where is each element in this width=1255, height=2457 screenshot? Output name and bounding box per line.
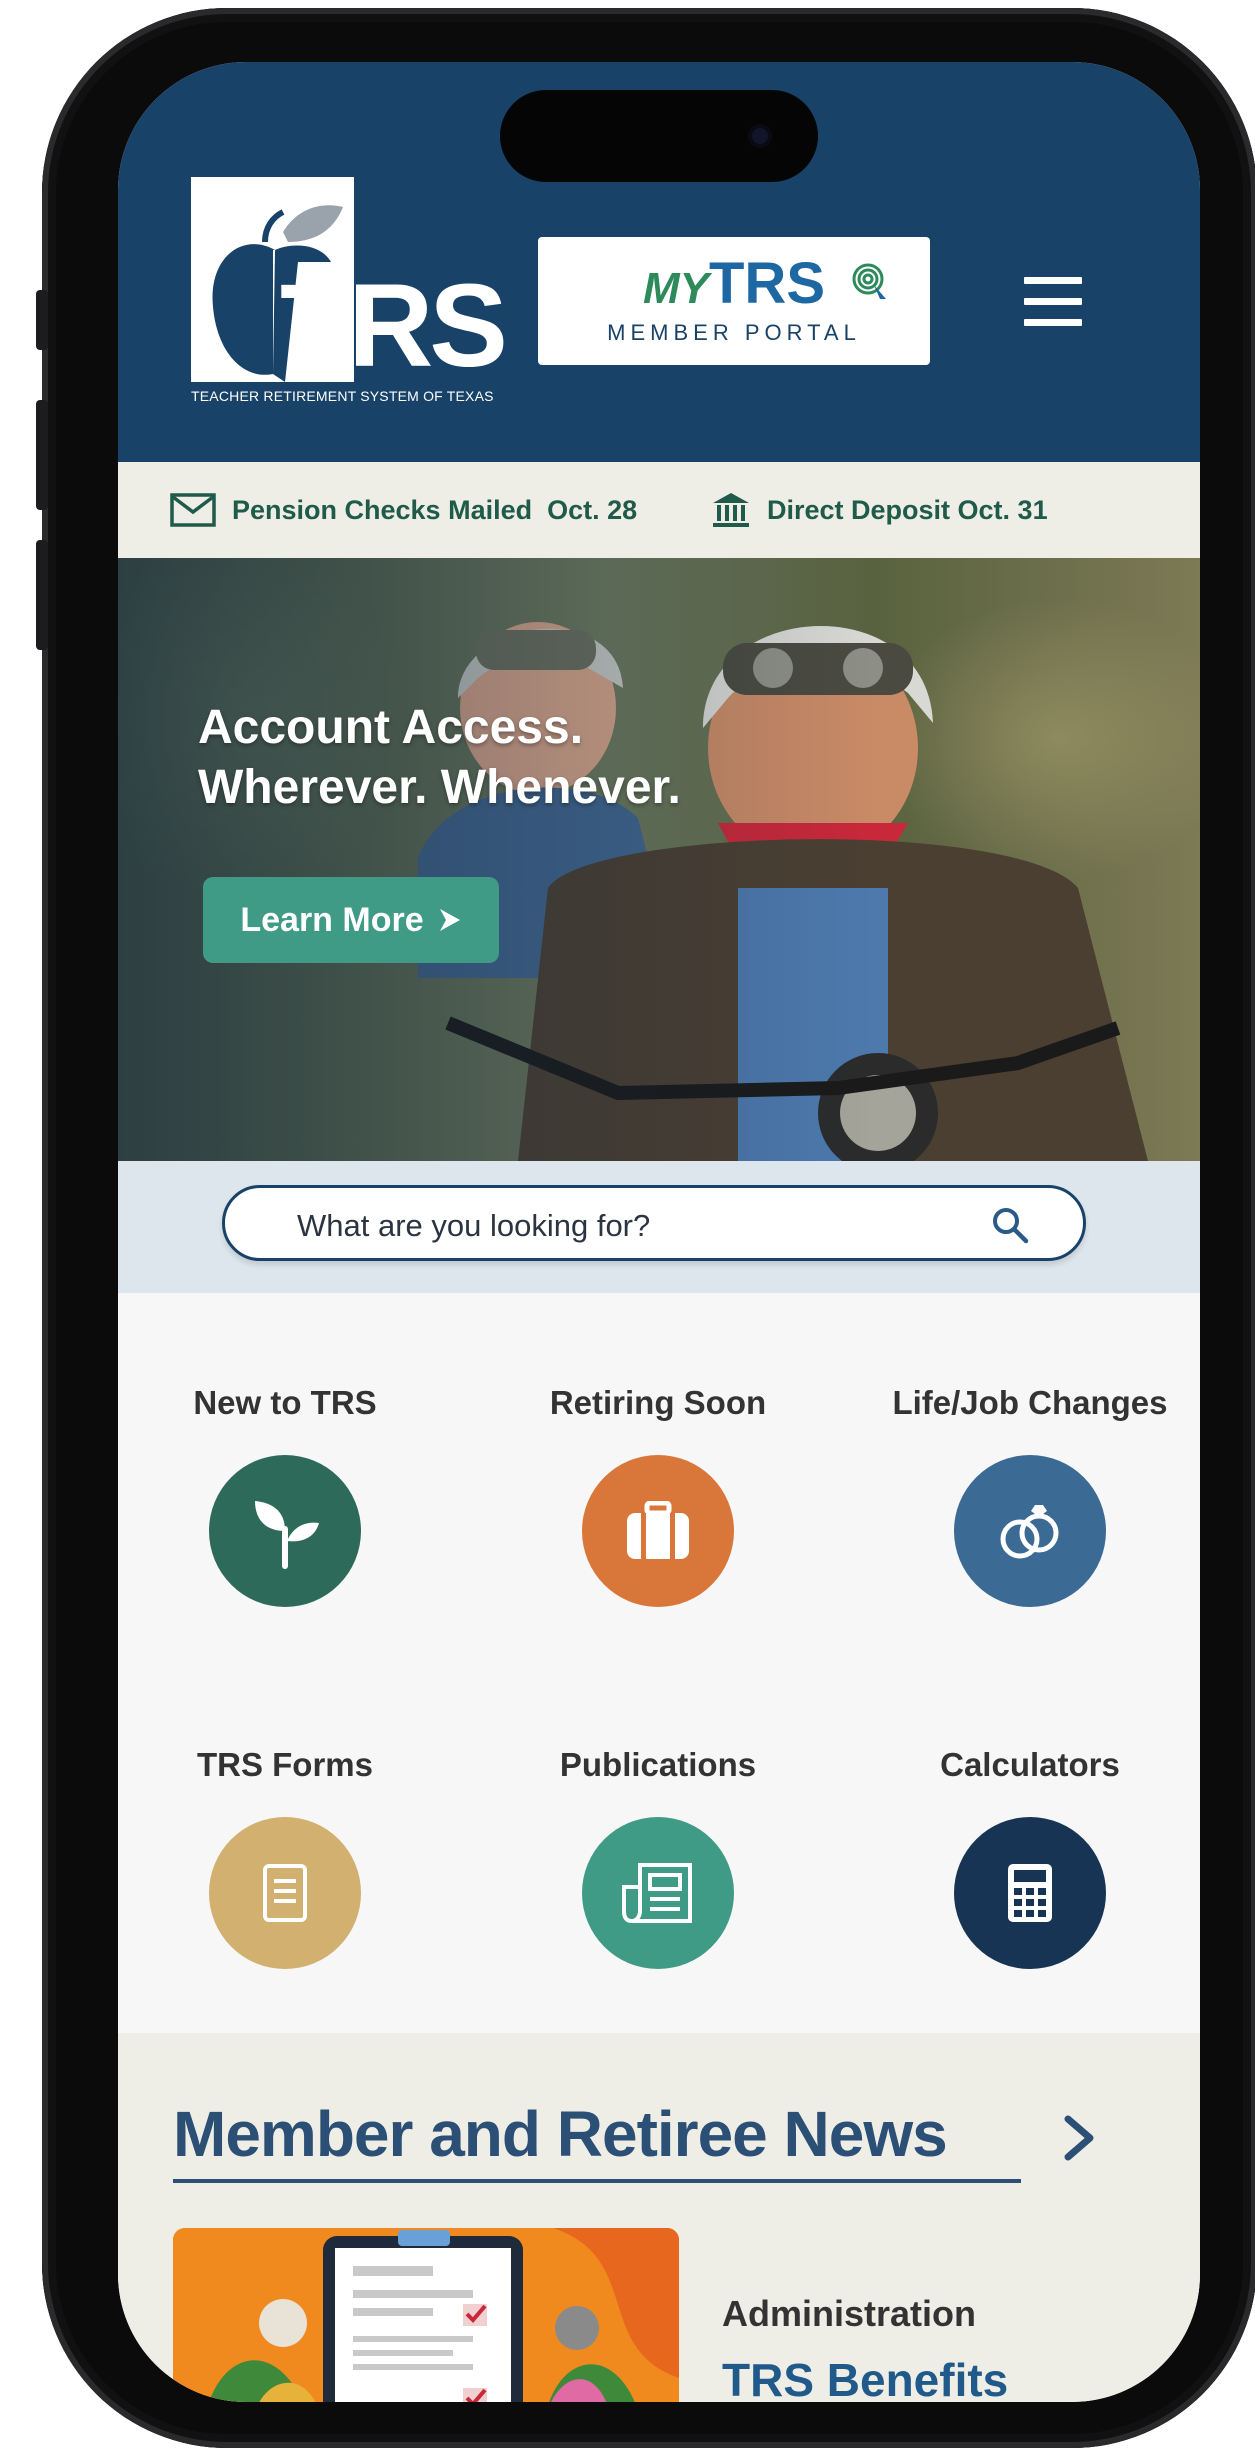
- news-article-category: Administration: [722, 2293, 977, 2334]
- fingerprint-icon: [852, 263, 886, 299]
- quick-link-label: Calculators: [940, 1746, 1120, 1783]
- mail-icon: [170, 493, 216, 527]
- search-band: What are you looking for?: [118, 1161, 1200, 1293]
- quick-link-publications[interactable]: Publications: [498, 1745, 818, 1969]
- notice-direct-deposit: Direct Deposit Oct. 31: [711, 462, 1048, 558]
- side-button-2: [36, 400, 48, 510]
- quick-link-label: Life/Job Changes: [892, 1384, 1168, 1421]
- quick-link-trs-forms[interactable]: TRS Forms: [125, 1745, 445, 1969]
- news-section: Member and Retiree News Administration T…: [118, 2033, 1200, 2402]
- hero-line-2: Wherever. Whenever.: [198, 761, 681, 814]
- side-button-3: [36, 540, 48, 650]
- hero-shade: [118, 558, 1200, 1161]
- dynamic-island: [500, 90, 818, 182]
- hero-banner: Account Access. Wherever. Whenever. Lear…: [118, 558, 1200, 1161]
- quick-link-calculators[interactable]: Calculators: [870, 1745, 1190, 1969]
- learn-more-button[interactable]: Learn More: [203, 877, 499, 963]
- camera-icon: [748, 124, 772, 148]
- quick-link-label: TRS Forms: [196, 1746, 374, 1783]
- learn-more-label: Learn More: [240, 900, 424, 939]
- rings-icon: [954, 1455, 1106, 1607]
- notice-pension-text: Pension Checks Mailed Oct. 28: [232, 494, 638, 525]
- logo-tagline: TEACHER RETIREMENT SYSTEM OF TEXAS: [191, 388, 494, 404]
- quick-link-life-job-changes[interactable]: Life/Job Changes: [870, 1383, 1190, 1607]
- logo-letters: TRS: [280, 260, 508, 392]
- notice-deposit-text: Direct Deposit Oct. 31: [767, 494, 1048, 525]
- notice-pension-checks: Pension Checks Mailed Oct. 28: [170, 462, 637, 558]
- news-title-underline: [173, 2179, 1021, 2183]
- portal-brand-my: MY: [643, 264, 709, 313]
- quick-links-grid: New to TRS Retiring Soon Life/Job Change…: [118, 1293, 1200, 2033]
- search-placeholder: What are you looking for?: [297, 1208, 651, 1243]
- newspaper-icon: [582, 1817, 734, 1969]
- hamburger-icon: [1024, 277, 1082, 284]
- suitcase-icon: [582, 1455, 734, 1607]
- hero-line-1: Account Access.: [198, 701, 584, 754]
- search-icon[interactable]: [991, 1206, 1029, 1244]
- arrow-right-icon: [439, 909, 460, 931]
- search-input[interactable]: What are you looking for?: [222, 1185, 1086, 1261]
- quick-link-label: Publications: [559, 1746, 757, 1783]
- side-button-1: [36, 290, 48, 350]
- news-illustration: [173, 2228, 679, 2402]
- quick-link-new-to-trs[interactable]: New to TRS: [125, 1383, 445, 1607]
- quick-link-retiring-soon[interactable]: Retiring Soon: [498, 1383, 818, 1607]
- news-section-title[interactable]: Member and Retiree News: [173, 2097, 948, 2171]
- phone-screen: TRS TEACHER RETIREMENT SYSTEM OF TEXAS M…: [118, 62, 1200, 2402]
- news-article-headline[interactable]: TRS Benefits: [722, 2353, 1008, 2402]
- calculator-icon: [954, 1817, 1106, 1969]
- quick-link-label: New to TRS: [193, 1384, 377, 1421]
- news-article-image[interactable]: [173, 2228, 679, 2402]
- bank-icon: [713, 493, 749, 527]
- sprout-icon: [209, 1455, 361, 1607]
- mytrs-portal-button[interactable]: MYTRS MEMBER PORTAL: [538, 237, 930, 365]
- quick-link-label: Retiring Soon: [549, 1384, 767, 1421]
- payment-notice-bar: Pension Checks Mailed Oct. 28 Direct Dep…: [118, 462, 1200, 558]
- hero-headline: Account Access. Wherever. Whenever.: [198, 698, 681, 818]
- chevron-right-icon[interactable]: [1062, 2113, 1098, 2163]
- hamburger-menu-button[interactable]: [1024, 277, 1082, 327]
- document-icon: [209, 1817, 361, 1969]
- portal-brand-trs: TRS: [709, 251, 825, 316]
- portal-subtitle: MEMBER PORTAL: [607, 320, 861, 345]
